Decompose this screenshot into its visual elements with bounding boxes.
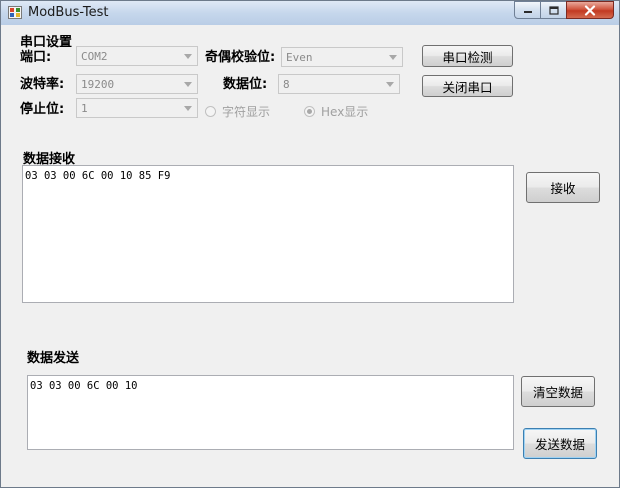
port-value: COM2 <box>81 50 108 63</box>
send-content: 03 03 00 6C 00 10 <box>30 380 138 392</box>
app-window: ModBus-Test 串口设置 端口: COM2 波特率: 19200 停止位… <box>0 0 620 488</box>
window-title: ModBus-Test <box>28 5 109 20</box>
data-bits-value: 8 <box>283 78 290 91</box>
receive-content: 03 03 00 6C 00 10 85 F9 <box>25 170 171 182</box>
send-data-button[interactable]: 发送数据 <box>523 428 597 459</box>
minimize-button[interactable] <box>514 1 541 19</box>
minimize-icon <box>523 11 532 13</box>
chevron-down-icon <box>181 77 195 91</box>
maximize-icon <box>548 5 559 15</box>
parity-combo[interactable]: Even <box>281 47 403 67</box>
chevron-down-icon <box>181 101 195 115</box>
baud-label: 波特率: <box>20 77 65 92</box>
data-bits-combo[interactable]: 8 <box>278 74 400 94</box>
stop-bits-value: 1 <box>81 102 88 115</box>
receive-button[interactable]: 接收 <box>526 172 600 203</box>
baud-value: 19200 <box>81 78 115 91</box>
maximize-button[interactable] <box>540 1 567 19</box>
chevron-down-icon <box>181 49 195 63</box>
hex-display-label: Hex显示 <box>321 105 369 119</box>
title-bar[interactable]: ModBus-Test <box>1 1 619 25</box>
chevron-down-icon <box>386 50 400 64</box>
char-display-radio[interactable]: 字符显示 <box>205 103 270 120</box>
baud-combo[interactable]: 19200 <box>76 74 198 94</box>
parity-value: Even <box>286 51 313 64</box>
parity-label: 奇偶校验位: <box>205 50 276 65</box>
port-label: 端口: <box>20 50 52 65</box>
port-combo[interactable]: COM2 <box>76 46 198 66</box>
radio-circle-selected <box>304 106 315 117</box>
close-port-button[interactable]: 关闭串口 <box>422 75 513 97</box>
send-textbox[interactable]: 03 03 00 6C 00 10 <box>27 375 514 450</box>
hex-display-radio[interactable]: Hex显示 <box>304 103 368 120</box>
stop-bits-label: 停止位: <box>20 102 65 117</box>
detect-port-button[interactable]: 串口检测 <box>422 45 513 67</box>
char-display-label: 字符显示 <box>222 105 271 119</box>
data-bits-label: 数据位: <box>223 77 268 92</box>
close-icon <box>584 4 596 16</box>
stop-bits-combo[interactable]: 1 <box>76 98 198 118</box>
receive-textbox[interactable]: 03 03 00 6C 00 10 85 F9 <box>22 165 514 303</box>
clear-data-button[interactable]: 清空数据 <box>521 376 595 407</box>
radio-circle <box>205 106 216 117</box>
close-button[interactable] <box>566 1 614 19</box>
send-title: 数据发送 <box>27 351 80 366</box>
chevron-down-icon <box>383 77 397 91</box>
app-icon <box>8 6 22 19</box>
